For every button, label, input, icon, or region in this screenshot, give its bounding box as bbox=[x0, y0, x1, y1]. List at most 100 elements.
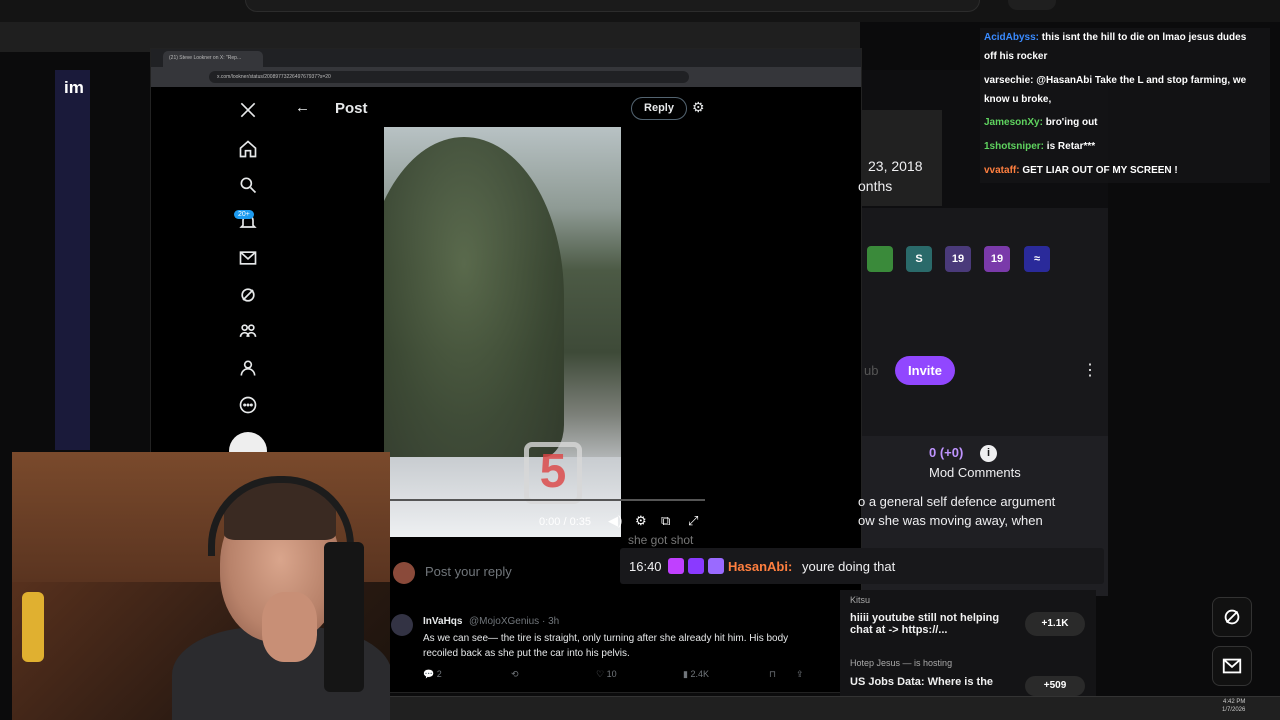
tweet-text: As we can see— the tire is straight, onl… bbox=[423, 633, 789, 659]
viewer-badge: +509 bbox=[1025, 676, 1085, 696]
repost-icon[interactable]: ⟲ bbox=[511, 669, 519, 680]
list-item-title[interactable]: hiiii youtube still not helping chat at -… bbox=[850, 612, 999, 636]
chat-line: vvataff: GET LIAR OUT OF MY SCREEN ! bbox=[984, 165, 1178, 176]
messages-button[interactable] bbox=[1212, 646, 1252, 686]
chat-line: AcidAbyss: this isnt the hill to die on … bbox=[984, 32, 1246, 43]
video-progress-bar[interactable] bbox=[389, 499, 705, 501]
mail-icon bbox=[1222, 658, 1242, 674]
hosting-status: is hosting bbox=[914, 658, 953, 668]
reply-input[interactable]: Post your reply bbox=[425, 564, 512, 579]
video-time: 0:00 / 0:35 bbox=[539, 516, 591, 528]
mod-comment-text: o a general self defence argument bbox=[858, 494, 1056, 509]
notification-badge: 20+ bbox=[234, 210, 254, 219]
settings-icon[interactable]: ⚙ bbox=[635, 513, 647, 529]
avatar bbox=[393, 562, 415, 584]
bookmark-icon[interactable]: ⊓ bbox=[769, 669, 776, 680]
chat-partial-text: she got shot bbox=[628, 533, 694, 547]
chat-message: know u broke, bbox=[984, 94, 1052, 105]
taskbar bbox=[390, 696, 1280, 720]
invite-button[interactable]: Invite bbox=[895, 356, 955, 385]
home-icon[interactable] bbox=[237, 138, 259, 160]
like-icon[interactable]: ♡ 10 bbox=[596, 669, 617, 680]
clock-time: 4:42 PM bbox=[1223, 699, 1246, 705]
clock-date: 1/7/2026 bbox=[1222, 707, 1246, 713]
mod-comment-text: ow she was moving away, when bbox=[858, 513, 1043, 528]
channel-name[interactable]: Kitsu bbox=[850, 595, 870, 605]
chat-username[interactable]: vvataff: bbox=[984, 165, 1020, 176]
webcam-person-hand bbox=[262, 592, 317, 662]
badge-icon[interactable]: 19 bbox=[984, 246, 1010, 272]
badge-icon[interactable]: S bbox=[906, 246, 932, 272]
chat-line: 1shotsniper: is Retar*** bbox=[984, 141, 1095, 152]
microphone bbox=[324, 542, 364, 692]
pip-icon[interactable]: ⧉ bbox=[661, 513, 670, 529]
post-title: Post bbox=[335, 100, 368, 117]
x-tab[interactable]: (21) Steve Lookner on X: "Rep... bbox=[163, 51, 263, 67]
share-icon[interactable]: ⇪ bbox=[796, 669, 804, 680]
tweet-author-handle[interactable]: @MojoXGenius · 3h bbox=[469, 616, 559, 627]
badge-icon[interactable]: 19 bbox=[945, 246, 971, 272]
view-count: 2.4K bbox=[690, 669, 709, 679]
grok-icon[interactable] bbox=[237, 284, 259, 306]
follow-months: onths bbox=[858, 178, 893, 194]
more-options-icon[interactable]: ⋮ bbox=[1082, 360, 1098, 380]
chat-line: varsechie: @HasanAbi Take the L and stop… bbox=[984, 75, 1246, 86]
chat-username[interactable]: 1shotsniper: bbox=[984, 141, 1044, 152]
follow-date: 23, 2018 bbox=[868, 158, 923, 174]
back-arrow-icon[interactable]: ← bbox=[295, 99, 310, 116]
grok-icon bbox=[1224, 609, 1240, 625]
title-line: hiiii youtube still not helping bbox=[850, 612, 1000, 624]
profile-icon[interactable] bbox=[237, 357, 259, 379]
chat-message: this isnt the hill to die on lmao jesus … bbox=[1041, 32, 1247, 43]
like-count: 10 bbox=[606, 669, 617, 679]
x-logo-icon[interactable] bbox=[237, 99, 259, 121]
star-badge-icon bbox=[688, 558, 704, 574]
chat-message: off his rocker bbox=[984, 51, 1048, 62]
sliders-icon[interactable]: ⚙ bbox=[692, 99, 705, 116]
channel-name[interactable]: Hotep Jesus — is hosting bbox=[850, 658, 952, 668]
chat-line: off his rocker bbox=[984, 51, 1047, 62]
sub-button[interactable]: ub bbox=[864, 363, 878, 378]
viewer-badge: +1.1K bbox=[1025, 612, 1085, 636]
taskbar-clock[interactable]: 4:42 PM 1/7/2026 bbox=[1222, 698, 1245, 714]
badge-icon[interactable] bbox=[867, 246, 893, 272]
webcam-bottle bbox=[22, 592, 44, 662]
title-line: chat at -> https://... bbox=[850, 624, 948, 636]
chat-message: is Retar*** bbox=[1046, 141, 1096, 152]
top-control[interactable] bbox=[1008, 0, 1056, 10]
info-icon[interactable]: i bbox=[980, 445, 997, 462]
mod-comment-count: 0 (+0) bbox=[929, 445, 964, 460]
tweet-author-name[interactable]: InVaHqs bbox=[423, 616, 462, 627]
grok-button[interactable] bbox=[1212, 597, 1252, 637]
imgur-logo[interactable]: im bbox=[64, 78, 84, 98]
chat-message: youre doing that bbox=[802, 559, 896, 574]
chat-message: bro'ing out bbox=[1045, 117, 1098, 128]
chat-username[interactable]: JamesonXy: bbox=[984, 117, 1043, 128]
more-icon[interactable] bbox=[237, 394, 259, 416]
video-tree bbox=[384, 137, 564, 457]
views-icon[interactable]: ▮ 2.4K bbox=[683, 669, 709, 680]
reply-count: 2 bbox=[436, 669, 442, 679]
search-icon[interactable] bbox=[237, 174, 259, 196]
url-field[interactable]: x.com/lookner/status/2008977322649767937… bbox=[209, 71, 689, 83]
communities-icon[interactable] bbox=[237, 320, 259, 342]
mod-comments-title: Mod Comments bbox=[929, 465, 1021, 480]
chat-timestamp: 16:40 bbox=[629, 559, 662, 574]
reply-icon[interactable]: 💬 2 bbox=[423, 669, 442, 680]
chat-username[interactable]: varsechie: bbox=[984, 75, 1033, 86]
fullscreen-icon[interactable]: ⤢ bbox=[688, 513, 698, 529]
badge-icon[interactable]: ≈ bbox=[1024, 246, 1050, 272]
chat-username[interactable]: AcidAbyss: bbox=[984, 32, 1039, 43]
list-item-title[interactable]: US Jobs Data: Where is the bbox=[850, 676, 993, 688]
volume-icon[interactable]: ◀) bbox=[608, 513, 622, 529]
reply-button[interactable]: Reply bbox=[631, 97, 687, 120]
chat-message: GET LIAR OUT OF MY SCREEN ! bbox=[1022, 165, 1178, 176]
messages-icon[interactable] bbox=[237, 247, 259, 269]
chat-username[interactable]: HasanAbi: bbox=[728, 559, 792, 574]
chat-line: know u broke, bbox=[984, 94, 1051, 105]
tweet-avatar[interactable] bbox=[391, 614, 413, 636]
imgur-sidebar bbox=[55, 70, 90, 450]
top-search-bar[interactable] bbox=[245, 0, 980, 12]
chat-message: @HasanAbi Take the L and stop farming, w… bbox=[1036, 75, 1247, 86]
video-player[interactable]: 5 bbox=[384, 127, 621, 537]
